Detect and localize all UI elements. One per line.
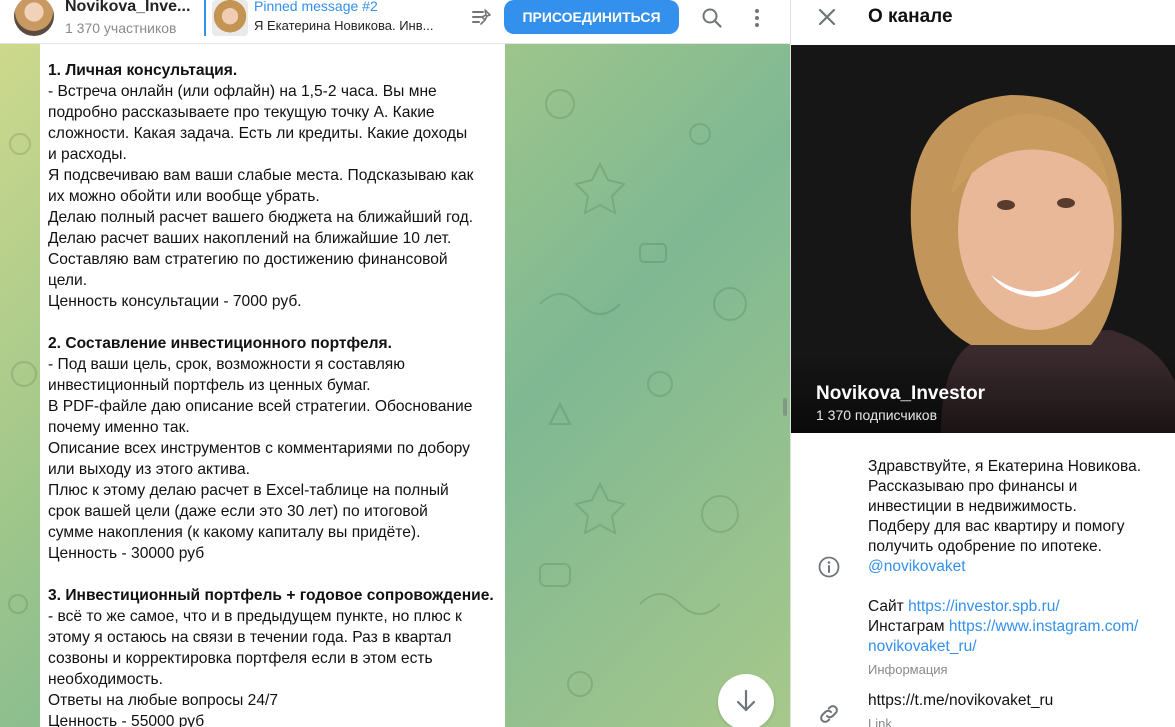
message-line: 3. Инвестиционный портфель + годовое соп… <box>48 587 494 604</box>
message-line <box>48 564 497 585</box>
channel-title[interactable]: Novikova_Inve... <box>65 0 190 16</box>
description-line: Рассказываю про финансы и <box>868 478 1078 495</box>
handle-link[interactable]: @novikovaket <box>868 557 1168 577</box>
message-line: Описание всех инструментов с комментария… <box>48 440 470 457</box>
message-line: Ценность консультации - 7000 руб. <box>48 293 302 310</box>
channel-link-block[interactable]: https://t.me/novikovaket_ru Link <box>868 691 1168 727</box>
message-line: созвоны и корректировка портфеля если в … <box>48 650 433 667</box>
message-line: - всё то же самое, что и в предыдущем пу… <box>48 608 462 625</box>
link-label: Link <box>868 716 892 727</box>
message-line: этому я остаюсь на связи в течении года.… <box>48 629 452 646</box>
more-icon[interactable] <box>745 6 769 30</box>
link-icon <box>820 705 838 723</box>
message-line: Я подсвечиваю вам ваши слабые места. Под… <box>48 167 474 184</box>
message-text: 1. Личная консультация. - Встреча онлайн … <box>48 60 497 727</box>
message-line: Составляю вам стратегию по достижению фи… <box>48 251 448 268</box>
message-line: сложности. Какая задача. Есть ли кредиты… <box>48 125 468 142</box>
message-line: и расходы. <box>48 146 127 163</box>
channel-avatar[interactable] <box>14 0 54 36</box>
description-text: Здравствуйте, я Екатерина Новикова. Расск… <box>868 457 1168 557</box>
channel-info-panel: О канале Novikova_Investor 1 370 подписч… <box>790 0 1175 727</box>
channel-profile-photo[interactable]: Novikova_Investor 1 370 подписчиков <box>791 45 1175 433</box>
channel-link[interactable]: https://t.me/novikovaket_ru <box>868 691 1168 711</box>
message-line: Ценность - 30000 руб <box>48 545 205 562</box>
description-line: Подберу для вас квартиру и помогу <box>868 518 1125 535</box>
message-line: подробно рассказываете про текущую точку… <box>48 104 435 121</box>
join-button[interactable]: Присоединиться <box>504 0 679 34</box>
message-line: Ответы на любые вопросы 24/7 <box>48 692 279 709</box>
message-line: почему именно так. <box>48 419 190 436</box>
site-link[interactable]: https://investor.spb.ru/ <box>908 598 1060 615</box>
message-line: Ценность - 55000 руб <box>48 713 205 727</box>
instagram-link[interactable]: https://www.instagram.com/ <box>949 618 1139 635</box>
subscriber-count: 1 370 подписчиков <box>816 407 938 423</box>
channel-name: Novikova_Investor <box>816 383 985 404</box>
description-line: получить одобрение по ипотеке. <box>868 538 1102 555</box>
message-line: инвестиционный портфель из ценных бумаг. <box>48 377 371 394</box>
message-line: Делаю полный расчет вашего бюджета на бл… <box>48 209 474 226</box>
pinned-message-preview[interactable]: Я Екатерина Новикова. Инв... <box>254 18 433 33</box>
info-label: Информация <box>868 662 948 677</box>
message-line: их можно обойти или вообще убрать. <box>48 188 320 205</box>
message-line: сумме накопления (к какому капиталу вы п… <box>48 524 421 541</box>
chat-scrollbar[interactable] <box>783 398 787 416</box>
message-line: Делаю расчет ваших накоплений на ближайш… <box>48 230 452 247</box>
channel-member-count: 1 370 участников <box>65 20 177 36</box>
description-line: Здравствуйте, я Екатерина Новикова. <box>868 458 1142 475</box>
message-line: - Встреча онлайн (или офлайн) на 1,5-2 ч… <box>48 83 437 100</box>
message-line <box>48 312 497 333</box>
site-label: Сайт <box>868 598 904 615</box>
message-line: срок вашей цели (даже если это 30 лет) п… <box>48 503 428 520</box>
message-line: цели. <box>48 272 88 289</box>
message-bubble: 1. Личная консультация. - Встреча онлайн … <box>40 44 505 727</box>
message-line: 2. Составление инвестиционного портфеля. <box>48 335 392 352</box>
description-line: инвестиции в недвижимость. <box>868 498 1077 515</box>
scroll-down-button[interactable] <box>718 674 774 727</box>
panel-title: О канале <box>868 6 953 27</box>
channel-description: Здравствуйте, я Екатерина Новикова. Расск… <box>868 457 1168 679</box>
arrow-down-icon <box>736 689 756 712</box>
close-icon[interactable] <box>815 5 839 29</box>
instagram-link-continued[interactable]: novikovaket_ru/ <box>868 637 1168 657</box>
instagram-label: Инстаграм <box>868 618 945 635</box>
message-line: или выходу из этого актива. <box>48 461 250 478</box>
pinned-indicator <box>204 0 206 36</box>
message-line: 1. Личная консультация. <box>48 62 238 79</box>
message-line: - Под ваши цель, срок, возможности я сос… <box>48 356 405 373</box>
message-line: необходимость. <box>48 671 163 688</box>
info-icon <box>818 556 840 578</box>
chat-header: Novikova_Inve... 1 370 участников Pinned… <box>0 0 790 44</box>
site-row: Сайт https://investor.spb.ru/ <box>868 597 1168 617</box>
search-icon[interactable] <box>700 6 724 30</box>
chat-column: Novikova_Inve... 1 370 участников Pinned… <box>0 0 790 727</box>
message-line: В PDF-файле даю описание всей стратегии.… <box>48 398 473 415</box>
pinned-list-icon[interactable] <box>470 6 494 30</box>
pinned-message-title[interactable]: Pinned message #2 <box>254 0 378 14</box>
pinned-thumbnail[interactable] <box>212 0 248 36</box>
instagram-row: Инстаграм https://www.instagram.com/ <box>868 617 1168 637</box>
info-panel-header: О канале <box>791 0 1175 45</box>
message-line: Плюс к этому делаю расчет в Excel-таблиц… <box>48 482 449 499</box>
